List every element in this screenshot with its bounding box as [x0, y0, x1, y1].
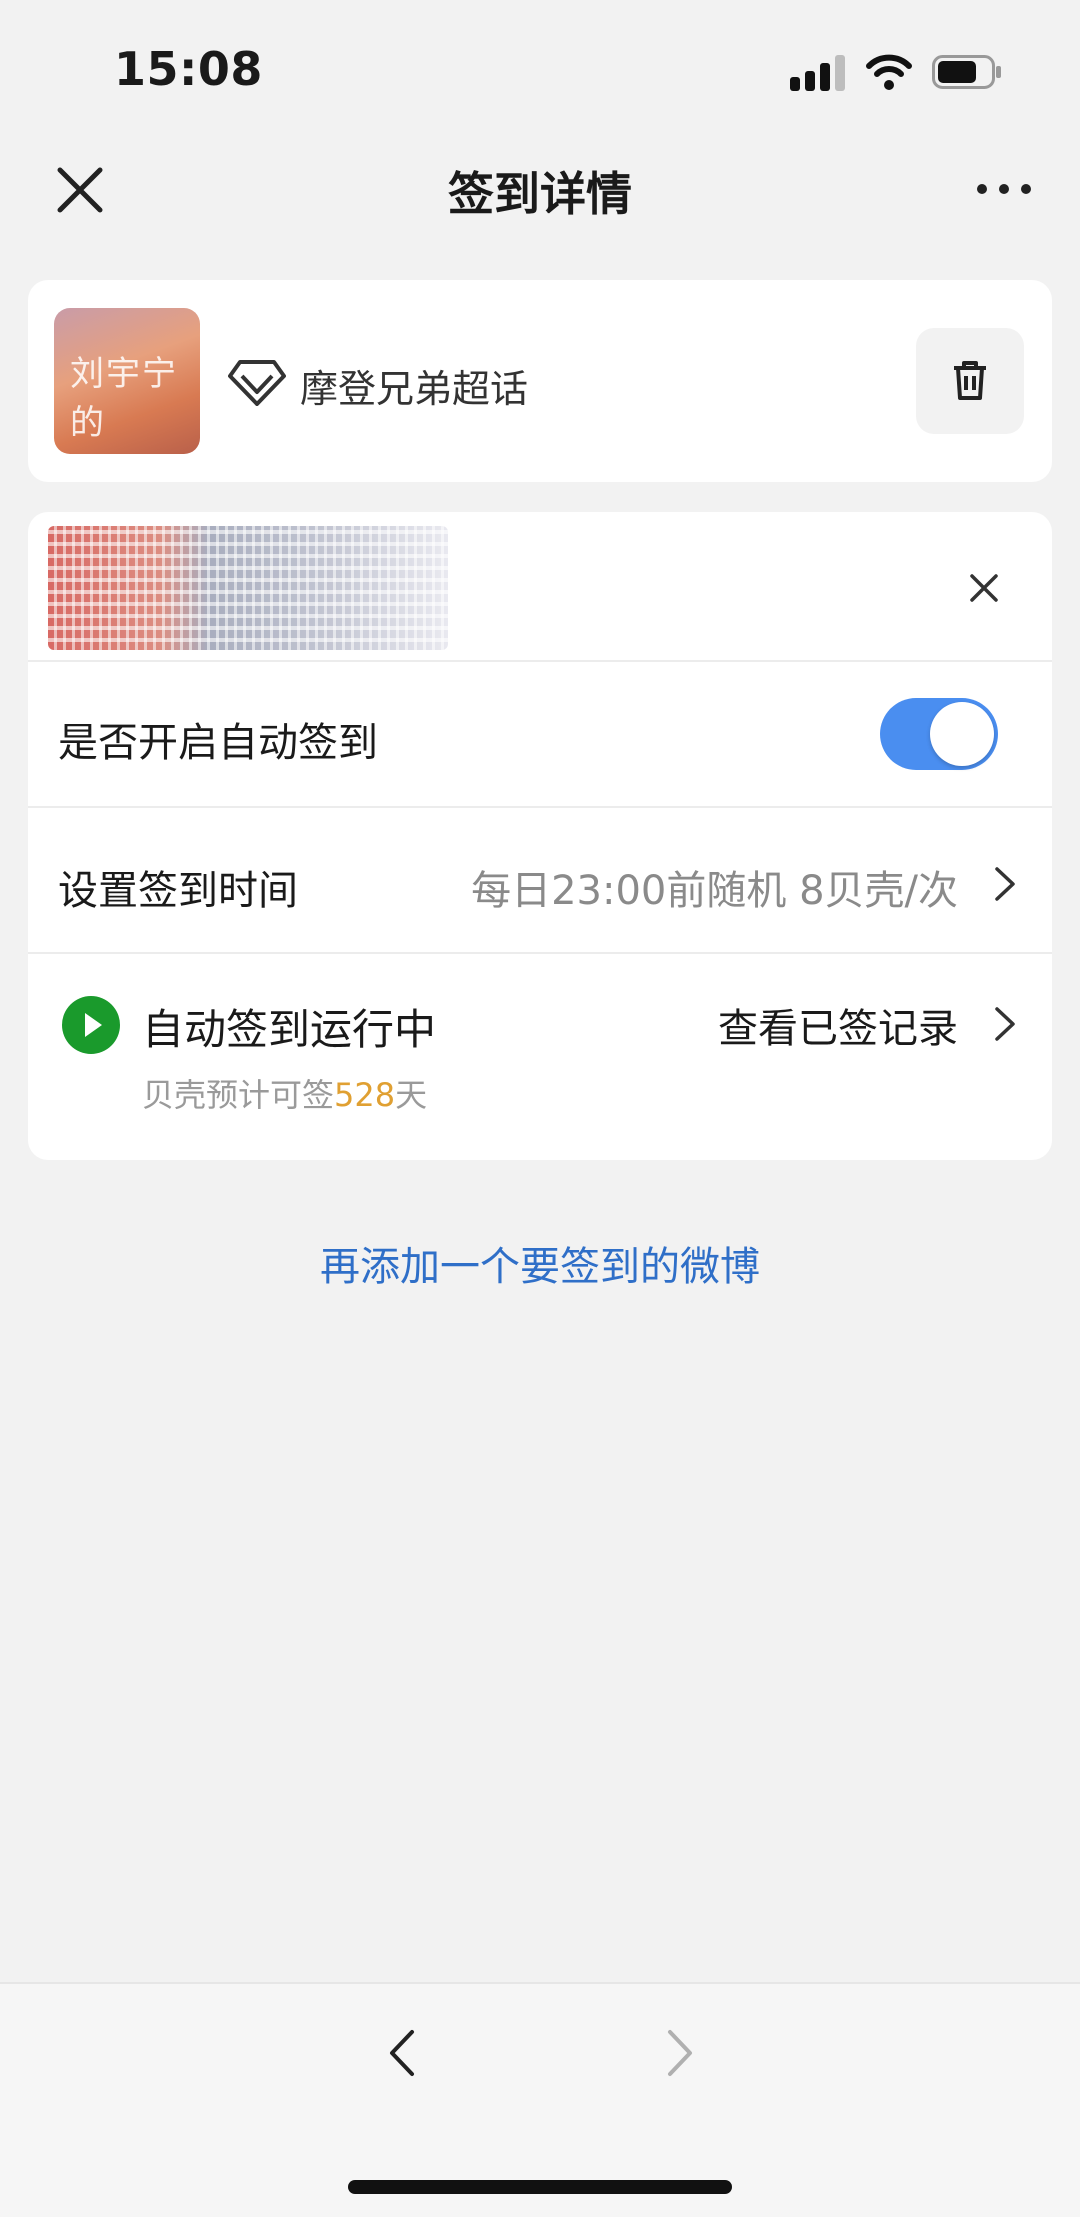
estimate-prefix: 贝壳预计可签	[142, 1076, 335, 1114]
more-options-icon[interactable]	[976, 178, 1032, 200]
chevron-right-icon[interactable]	[992, 1004, 1018, 1044]
page-title: 签到详情	[448, 167, 632, 221]
forward-arrow-icon[interactable]	[664, 2028, 696, 2078]
close-icon[interactable]	[960, 564, 1008, 612]
toggle-knob	[930, 702, 994, 766]
signin-time-value[interactable]: 每日23:00前随机 8贝壳/次	[471, 858, 958, 916]
topic-cover-image[interactable]: 刘宇宁的	[54, 308, 200, 454]
signal-icon	[790, 55, 845, 91]
redacted-account-image	[48, 526, 448, 650]
topic-name[interactable]: 摩登兄弟超话	[300, 358, 528, 413]
play-icon	[62, 996, 120, 1054]
diamond-icon	[228, 360, 286, 406]
estimate-days: 528	[334, 1076, 396, 1114]
chevron-right-icon[interactable]	[992, 864, 1018, 904]
back-arrow-icon[interactable]	[386, 2028, 418, 2078]
signin-time-label: 设置签到时间	[58, 868, 298, 914]
delete-button[interactable]	[916, 328, 1024, 434]
topic-card: 刘宇宁的 摩登兄弟超话	[28, 280, 1052, 482]
view-history-link[interactable]: 查看已签记录	[718, 996, 958, 1054]
trash-icon	[954, 361, 986, 400]
estimate-suffix: 天	[395, 1076, 428, 1114]
auto-signin-label: 是否开启自动签到	[58, 720, 378, 766]
status-time: 15:08	[114, 42, 263, 96]
signin-settings-card: 是否开启自动签到 设置签到时间 每日23:00前随机 8贝壳/次 自动签到运行中…	[28, 512, 1052, 1160]
divider	[28, 806, 1052, 808]
auto-signin-status: 自动签到运行中	[142, 1005, 437, 1054]
divider	[28, 952, 1052, 954]
home-indicator	[348, 2180, 732, 2194]
cover-caption: 刘宇宁的	[70, 356, 178, 442]
battery-icon	[932, 55, 1001, 89]
divider	[28, 660, 1052, 662]
estimate-text: 贝壳预计可签528天	[142, 1070, 427, 1116]
wifi-icon	[866, 54, 912, 90]
add-weibo-link[interactable]: 再添加一个要签到的微博	[0, 1234, 1080, 1292]
auto-signin-toggle[interactable]	[880, 698, 998, 770]
